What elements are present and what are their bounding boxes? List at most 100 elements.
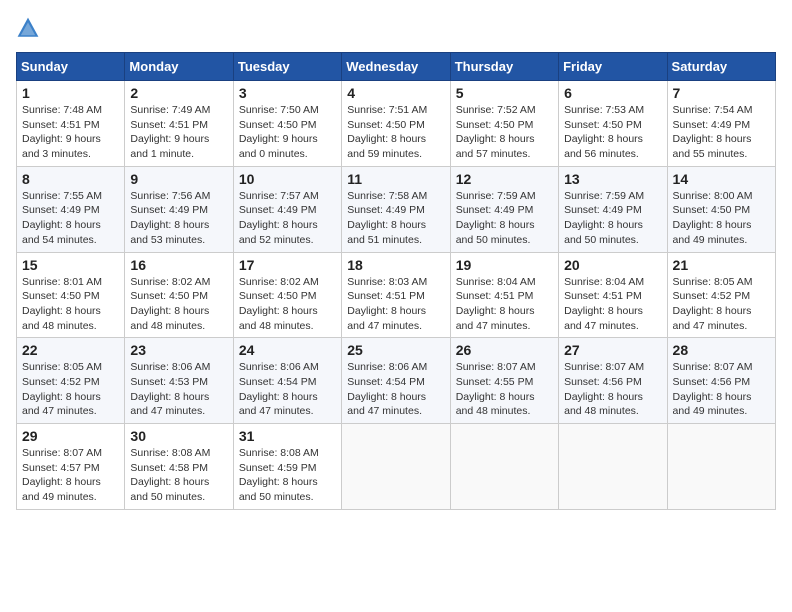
calendar-cell: 15 Sunrise: 8:01 AMSunset: 4:50 PMDayligh… <box>17 252 125 338</box>
calendar-cell: 17 Sunrise: 8:02 AMSunset: 4:50 PMDayligh… <box>233 252 341 338</box>
day-number: 17 <box>239 257 336 273</box>
day-info: Sunrise: 8:05 AMSunset: 4:52 PMDaylight:… <box>22 360 119 419</box>
day-number: 12 <box>456 171 553 187</box>
day-number: 21 <box>673 257 770 273</box>
calendar-header: SundayMondayTuesdayWednesdayThursdayFrid… <box>17 53 776 81</box>
calendar-cell: 24Sunrise: 8:06 AMSunset: 4:54 PMDayligh… <box>233 338 341 424</box>
page-header <box>16 16 776 40</box>
calendar-cell: 8 Sunrise: 7:55 AMSunset: 4:49 PMDaylight… <box>17 166 125 252</box>
calendar-cell: 20Sunrise: 8:04 AMSunset: 4:51 PMDayligh… <box>559 252 667 338</box>
weekday-header: Sunday <box>17 53 125 81</box>
day-info: Sunrise: 8:07 AMSunset: 4:56 PMDaylight:… <box>673 360 770 419</box>
day-info: Sunrise: 8:00 AMSunset: 4:50 PMDaylight:… <box>673 189 770 248</box>
calendar-cell: 30 Sunrise: 8:08 AMSunset: 4:58 PMDayligh… <box>125 424 233 510</box>
calendar-cell: 5Sunrise: 7:52 AMSunset: 4:50 PMDaylight… <box>450 81 558 167</box>
calendar-cell: 26 Sunrise: 8:07 AMSunset: 4:55 PMDayligh… <box>450 338 558 424</box>
day-number: 2 <box>130 85 227 101</box>
calendar-cell: 6 Sunrise: 7:53 AMSunset: 4:50 PMDaylight… <box>559 81 667 167</box>
day-number: 18 <box>347 257 444 273</box>
day-info: Sunrise: 7:56 AMSunset: 4:49 PMDaylight:… <box>130 189 227 248</box>
calendar-cell: 23 Sunrise: 8:06 AMSunset: 4:53 PMDayligh… <box>125 338 233 424</box>
calendar-cell: 13 Sunrise: 7:59 AMSunset: 4:49 PMDayligh… <box>559 166 667 252</box>
calendar-cell: 28 Sunrise: 8:07 AMSunset: 4:56 PMDayligh… <box>667 338 775 424</box>
calendar-cell: 27 Sunrise: 8:07 AMSunset: 4:56 PMDayligh… <box>559 338 667 424</box>
weekday-header: Friday <box>559 53 667 81</box>
day-info: Sunrise: 7:55 AMSunset: 4:49 PMDaylight:… <box>22 189 119 248</box>
day-info: Sunrise: 8:06 AMSunset: 4:54 PMDaylight:… <box>239 360 336 419</box>
day-info: Sunrise: 8:08 AMSunset: 4:59 PMDaylight:… <box>239 446 336 505</box>
day-number: 7 <box>673 85 770 101</box>
weekday-row: SundayMondayTuesdayWednesdayThursdayFrid… <box>17 53 776 81</box>
calendar-week-row: 22 Sunrise: 8:05 AMSunset: 4:52 PMDayligh… <box>17 338 776 424</box>
calendar-cell <box>450 424 558 510</box>
calendar-cell: 1Sunrise: 7:48 AMSunset: 4:51 PMDaylight… <box>17 81 125 167</box>
day-number: 10 <box>239 171 336 187</box>
day-info: Sunrise: 8:07 AMSunset: 4:56 PMDaylight:… <box>564 360 661 419</box>
calendar-cell: 7Sunrise: 7:54 AMSunset: 4:49 PMDaylight… <box>667 81 775 167</box>
day-info: Sunrise: 8:07 AMSunset: 4:55 PMDaylight:… <box>456 360 553 419</box>
weekday-header: Saturday <box>667 53 775 81</box>
day-number: 9 <box>130 171 227 187</box>
calendar-cell: 18 Sunrise: 8:03 AMSunset: 4:51 PMDayligh… <box>342 252 450 338</box>
calendar-week-row: 8 Sunrise: 7:55 AMSunset: 4:49 PMDaylight… <box>17 166 776 252</box>
day-info: Sunrise: 8:04 AMSunset: 4:51 PMDaylight:… <box>456 275 553 334</box>
day-number: 31 <box>239 428 336 444</box>
day-info: Sunrise: 7:57 AMSunset: 4:49 PMDaylight:… <box>239 189 336 248</box>
day-number: 20 <box>564 257 661 273</box>
day-number: 16 <box>130 257 227 273</box>
day-number: 30 <box>130 428 227 444</box>
calendar-cell: 25 Sunrise: 8:06 AMSunset: 4:54 PMDayligh… <box>342 338 450 424</box>
weekday-header: Thursday <box>450 53 558 81</box>
day-number: 23 <box>130 342 227 358</box>
calendar-cell: 2 Sunrise: 7:49 AMSunset: 4:51 PMDaylight… <box>125 81 233 167</box>
calendar-cell: 3Sunrise: 7:50 AMSunset: 4:50 PMDaylight… <box>233 81 341 167</box>
calendar-cell: 11 Sunrise: 7:58 AMSunset: 4:49 PMDayligh… <box>342 166 450 252</box>
day-info: Sunrise: 7:52 AMSunset: 4:50 PMDaylight:… <box>456 103 553 162</box>
day-number: 8 <box>22 171 119 187</box>
calendar-cell: 22 Sunrise: 8:05 AMSunset: 4:52 PMDayligh… <box>17 338 125 424</box>
day-number: 19 <box>456 257 553 273</box>
day-info: Sunrise: 8:05 AMSunset: 4:52 PMDaylight:… <box>673 275 770 334</box>
weekday-header: Monday <box>125 53 233 81</box>
day-number: 26 <box>456 342 553 358</box>
weekday-header: Tuesday <box>233 53 341 81</box>
calendar-cell <box>342 424 450 510</box>
calendar-cell: 12 Sunrise: 7:59 AMSunset: 4:49 PMDayligh… <box>450 166 558 252</box>
day-number: 6 <box>564 85 661 101</box>
day-info: Sunrise: 7:51 AMSunset: 4:50 PMDaylight:… <box>347 103 444 162</box>
day-info: Sunrise: 7:53 AMSunset: 4:50 PMDaylight:… <box>564 103 661 162</box>
calendar-cell: 4 Sunrise: 7:51 AMSunset: 4:50 PMDaylight… <box>342 81 450 167</box>
day-info: Sunrise: 8:06 AMSunset: 4:53 PMDaylight:… <box>130 360 227 419</box>
day-number: 25 <box>347 342 444 358</box>
calendar-cell: 19 Sunrise: 8:04 AMSunset: 4:51 PMDayligh… <box>450 252 558 338</box>
day-info: Sunrise: 7:59 AMSunset: 4:49 PMDaylight:… <box>564 189 661 248</box>
calendar-cell <box>667 424 775 510</box>
day-info: Sunrise: 8:02 AMSunset: 4:50 PMDaylight:… <box>239 275 336 334</box>
day-number: 13 <box>564 171 661 187</box>
calendar-cell: 21 Sunrise: 8:05 AMSunset: 4:52 PMDayligh… <box>667 252 775 338</box>
calendar-week-row: 15 Sunrise: 8:01 AMSunset: 4:50 PMDayligh… <box>17 252 776 338</box>
day-number: 28 <box>673 342 770 358</box>
day-info: Sunrise: 8:03 AMSunset: 4:51 PMDaylight:… <box>347 275 444 334</box>
calendar-week-row: 29Sunrise: 8:07 AMSunset: 4:57 PMDayligh… <box>17 424 776 510</box>
day-number: 27 <box>564 342 661 358</box>
day-number: 4 <box>347 85 444 101</box>
day-number: 15 <box>22 257 119 273</box>
calendar-cell: 31 Sunrise: 8:08 AMSunset: 4:59 PMDayligh… <box>233 424 341 510</box>
calendar-cell: 16 Sunrise: 8:02 AMSunset: 4:50 PMDayligh… <box>125 252 233 338</box>
day-info: Sunrise: 8:07 AMSunset: 4:57 PMDaylight:… <box>22 446 119 505</box>
day-info: Sunrise: 7:48 AMSunset: 4:51 PMDaylight:… <box>22 103 119 162</box>
day-info: Sunrise: 8:06 AMSunset: 4:54 PMDaylight:… <box>347 360 444 419</box>
day-number: 22 <box>22 342 119 358</box>
day-info: Sunrise: 8:08 AMSunset: 4:58 PMDaylight:… <box>130 446 227 505</box>
calendar-cell: 14Sunrise: 8:00 AMSunset: 4:50 PMDayligh… <box>667 166 775 252</box>
calendar-week-row: 1Sunrise: 7:48 AMSunset: 4:51 PMDaylight… <box>17 81 776 167</box>
day-info: Sunrise: 8:01 AMSunset: 4:50 PMDaylight:… <box>22 275 119 334</box>
day-info: Sunrise: 7:59 AMSunset: 4:49 PMDaylight:… <box>456 189 553 248</box>
day-info: Sunrise: 7:49 AMSunset: 4:51 PMDaylight:… <box>130 103 227 162</box>
day-number: 11 <box>347 171 444 187</box>
day-info: Sunrise: 8:02 AMSunset: 4:50 PMDaylight:… <box>130 275 227 334</box>
calendar-table: SundayMondayTuesdayWednesdayThursdayFrid… <box>16 52 776 510</box>
logo <box>16 16 44 40</box>
day-info: Sunrise: 7:58 AMSunset: 4:49 PMDaylight:… <box>347 189 444 248</box>
